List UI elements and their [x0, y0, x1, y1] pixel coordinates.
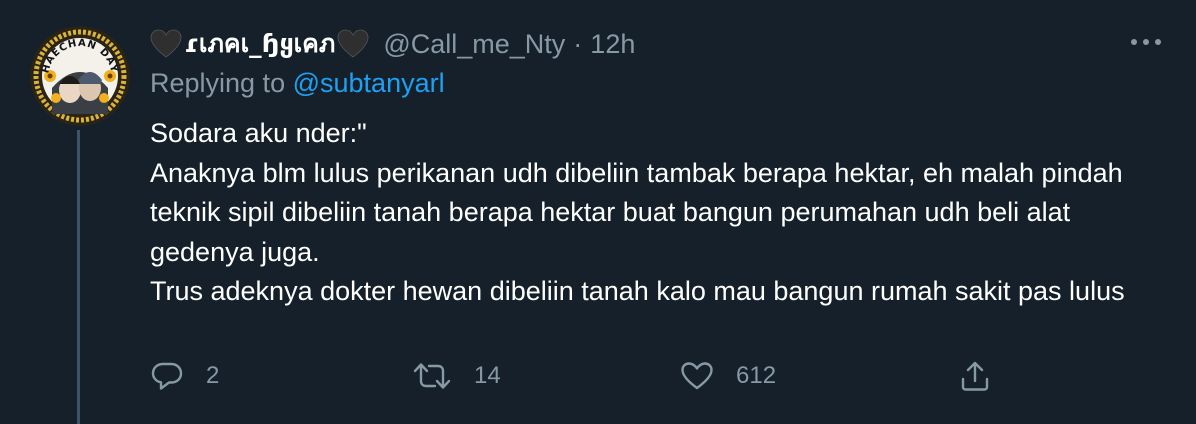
black-heart-icon: [150, 29, 182, 59]
replying-to: Replying to @subtanyarl: [150, 68, 445, 99]
black-heart-icon: [337, 29, 369, 59]
retweet-icon: [412, 360, 452, 392]
tweet-header: ɾเภคเ_ɧყเคภ @Call_me_Nty · 12h: [150, 24, 635, 64]
action-bar: 2 14 612: [150, 356, 1010, 396]
share-button[interactable]: [958, 356, 992, 396]
retweet-button[interactable]: 14: [412, 356, 501, 396]
thread-line: [77, 130, 80, 424]
reply-button[interactable]: 2: [150, 356, 219, 396]
avatar[interactable]: HAECHAN DAY: [30, 26, 130, 126]
separator-dot: ·: [573, 28, 583, 59]
reply-mention-link[interactable]: @subtanyarl: [293, 68, 445, 98]
display-name[interactable]: ɾเภคเ_ɧყเคภ: [184, 24, 335, 64]
like-heart-icon: [680, 360, 714, 392]
reply-count: 2: [206, 362, 220, 389]
reply-icon: [150, 360, 184, 392]
user-handle[interactable]: @Call_me_Nty: [383, 29, 565, 60]
share-icon: [958, 359, 992, 393]
timestamp[interactable]: 12h: [590, 29, 635, 60]
replying-prefix: Replying to: [150, 68, 286, 98]
tweet-text: Sodara aku nder:" Anaknya blm lulus peri…: [150, 118, 1125, 306]
like-count: 612: [736, 362, 777, 389]
retweet-count: 14: [474, 362, 501, 389]
like-button[interactable]: 612: [680, 356, 776, 396]
tweet[interactable]: HAECHAN DAY ɾเภคเ_ɧყเคภ @Call_me_Nty · 1…: [0, 0, 1196, 424]
avatar-image: HAECHAN DAY: [30, 26, 130, 126]
more-dots-icon[interactable]: [1128, 32, 1164, 52]
